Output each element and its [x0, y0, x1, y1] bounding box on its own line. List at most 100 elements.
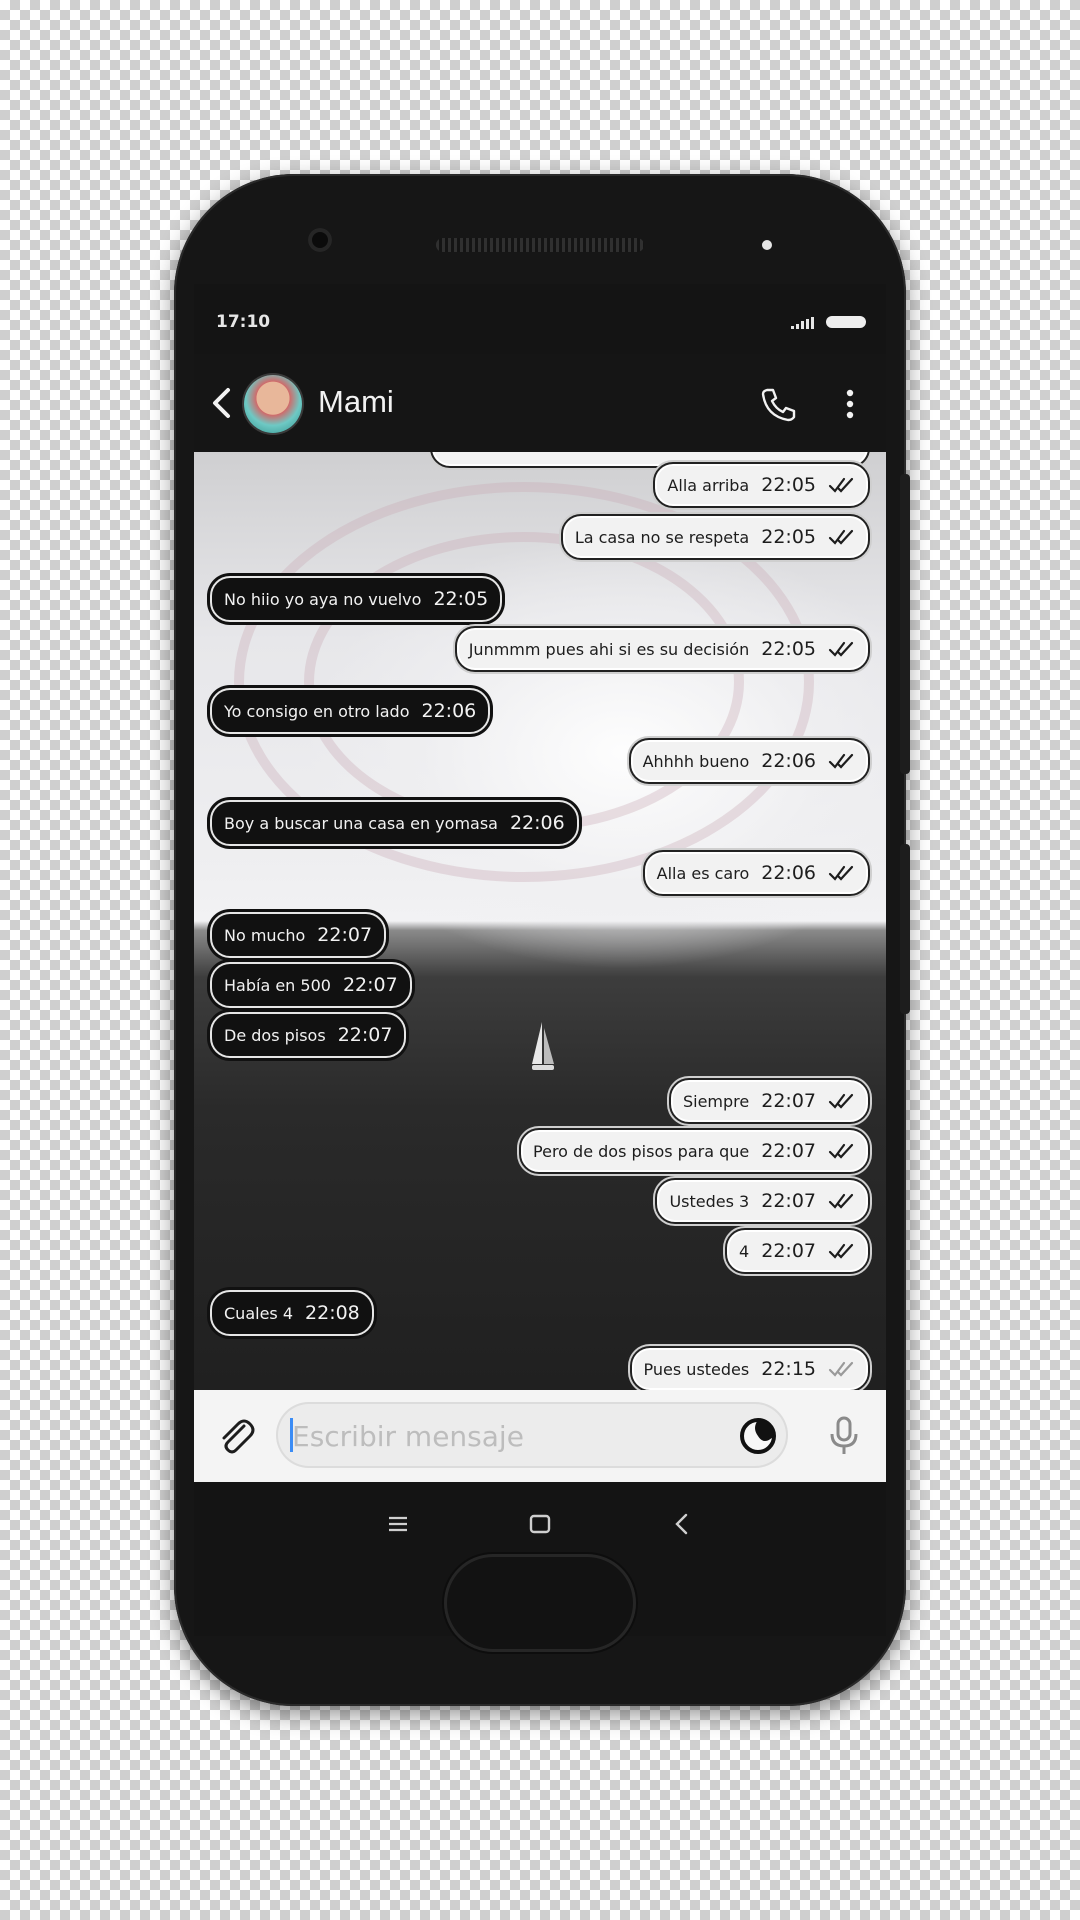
- message-time: 22:08: [305, 1302, 360, 1324]
- mic-button[interactable]: [824, 1414, 864, 1460]
- message-text: De dos pisos: [224, 1025, 326, 1045]
- outgoing-message[interactable]: 4 22:07: [725, 1228, 870, 1274]
- attach-button[interactable]: [214, 1414, 258, 1458]
- square-icon: [529, 1514, 551, 1534]
- message-time: 22:07: [761, 1190, 816, 1212]
- back-icon: [675, 1513, 688, 1535]
- incoming-message[interactable]: Yo consigo en otro lado 22:06: [210, 688, 491, 734]
- message-text: La casa no se respeta: [574, 527, 750, 547]
- message-text: Ahhhh bueno: [642, 751, 750, 771]
- message-text: Alla es caro: [656, 863, 750, 883]
- sailboat-image: [532, 1022, 554, 1070]
- message-text: No mucho: [224, 925, 306, 945]
- status-bar: 17:10: [194, 284, 886, 354]
- double-check-icon: [828, 1361, 854, 1377]
- message-text: Pero de dos pisos para que: [533, 1141, 750, 1161]
- double-check-icon: [828, 1193, 854, 1209]
- outgoing-message[interactable]: Ustedes 3 22:07: [655, 1178, 870, 1224]
- message-text: Boy a buscar una casa en yomasa: [224, 813, 498, 833]
- message-time: 22:06: [509, 812, 565, 834]
- contact-name[interactable]: Mami: [318, 384, 394, 420]
- message-field[interactable]: [276, 1402, 788, 1468]
- sticker-button[interactable]: [738, 1416, 778, 1456]
- message-text: Yo consigo en otro lado: [224, 701, 410, 721]
- proximity-sensor: [762, 240, 772, 250]
- message-text: Había en 500: [224, 975, 331, 995]
- incoming-message[interactable]: Cuales 4 22:08: [210, 1290, 374, 1336]
- message-time: 22:15: [761, 1358, 816, 1380]
- outgoing-message[interactable]: Pues ustedes 22:15: [629, 1346, 870, 1390]
- menu-icon: [389, 1516, 407, 1532]
- message-time: 22:05: [433, 588, 489, 610]
- message-text: Cuales 4: [224, 1303, 294, 1323]
- incoming-message[interactable]: No mucho 22:07: [210, 912, 387, 958]
- nav-menu-button[interactable]: [380, 1506, 416, 1542]
- incoming-message[interactable]: No hiio yo aya no vuelvo 22:05: [210, 576, 503, 622]
- outgoing-message[interactable]: Junmmm pues ahi si es su decisión 22:05: [454, 626, 870, 672]
- message-time: 22:07: [761, 1140, 816, 1162]
- message-time: 22:07: [337, 1024, 393, 1046]
- contact-avatar[interactable]: [244, 375, 302, 433]
- battery-icon: [826, 316, 866, 328]
- chat-header: Mami: [194, 354, 886, 452]
- message-input[interactable]: [290, 1416, 714, 1456]
- phone-frame: 17:10 Mami Alla arriba 22:05 La casa no …: [174, 174, 910, 1706]
- message-time: 22:07: [761, 1090, 816, 1112]
- message-time: 22:06: [761, 862, 816, 884]
- double-check-icon: [828, 529, 854, 545]
- message-time: 22:05: [761, 638, 816, 660]
- message-time: 22:05: [761, 474, 816, 496]
- incoming-message[interactable]: De dos pisos 22:07: [210, 1012, 407, 1058]
- double-check-icon: [828, 477, 854, 493]
- message-text: Siempre: [682, 1091, 750, 1111]
- volume-button: [900, 474, 910, 774]
- nav-home-button[interactable]: [522, 1506, 558, 1542]
- message-text: Junmmm pues ahi si es su decisión: [468, 639, 750, 659]
- power-button: [900, 844, 910, 1014]
- double-check-icon: [828, 1143, 854, 1159]
- nav-back-button[interactable]: [664, 1506, 700, 1542]
- message-time: 22:07: [317, 924, 373, 946]
- message-text: Alla arriba: [667, 475, 750, 495]
- message-text: Pues ustedes: [643, 1359, 750, 1379]
- message-time: 22:05: [761, 526, 816, 548]
- double-check-icon: [828, 753, 854, 769]
- message-time: 22:07: [761, 1240, 816, 1262]
- double-check-icon: [828, 1243, 854, 1259]
- incoming-message[interactable]: Boy a buscar una casa en yomasa 22:06: [210, 800, 579, 846]
- call-button[interactable]: [758, 384, 798, 424]
- back-button[interactable]: [202, 380, 242, 426]
- outgoing-message[interactable]: Pero de dos pisos para que 22:07: [519, 1128, 870, 1174]
- outgoing-message[interactable]: Ahhhh bueno 22:06: [628, 738, 870, 784]
- status-time: 17:10: [216, 312, 271, 332]
- sticker-icon: [740, 1418, 776, 1454]
- paperclip-icon: [222, 1419, 255, 1454]
- screen: 17:10 Mami Alla arriba 22:05 La casa no …: [194, 284, 886, 1636]
- phone-icon: [761, 388, 796, 422]
- outgoing-message[interactable]: La casa no se respeta 22:05: [560, 514, 870, 560]
- outgoing-message[interactable]: Siempre 22:07: [668, 1078, 870, 1124]
- menu-button[interactable]: [838, 384, 862, 424]
- incoming-message[interactable]: Había en 500 22:07: [210, 962, 412, 1008]
- front-camera: [308, 228, 332, 252]
- microphone-icon: [830, 1416, 858, 1454]
- more-vert-icon: [846, 389, 854, 419]
- double-check-icon: [828, 641, 854, 657]
- double-check-icon: [828, 1093, 854, 1109]
- message-text: Ustedes 3: [669, 1191, 750, 1211]
- message-time: 22:06: [761, 750, 816, 772]
- double-check-icon: [828, 865, 854, 881]
- outgoing-message[interactable]: Alla es caro 22:06: [642, 850, 870, 896]
- chat-area[interactable]: Alla arriba 22:05 La casa no se respeta 22:…: [194, 452, 886, 1390]
- earpiece-speaker: [436, 238, 644, 252]
- outgoing-message[interactable]: Alla arriba 22:05: [653, 462, 870, 508]
- signal-icon: [791, 317, 814, 329]
- composer-bar: [194, 1390, 886, 1482]
- chevron-left-icon: [213, 388, 230, 418]
- message-time: 22:07: [342, 974, 398, 996]
- message-time: 22:06: [421, 700, 477, 722]
- message-text: No hiio yo aya no vuelvo: [224, 589, 422, 609]
- system-nav-bar: [194, 1482, 886, 1562]
- message-text: 4: [739, 1241, 750, 1261]
- hardware-home-button[interactable]: [444, 1554, 636, 1652]
